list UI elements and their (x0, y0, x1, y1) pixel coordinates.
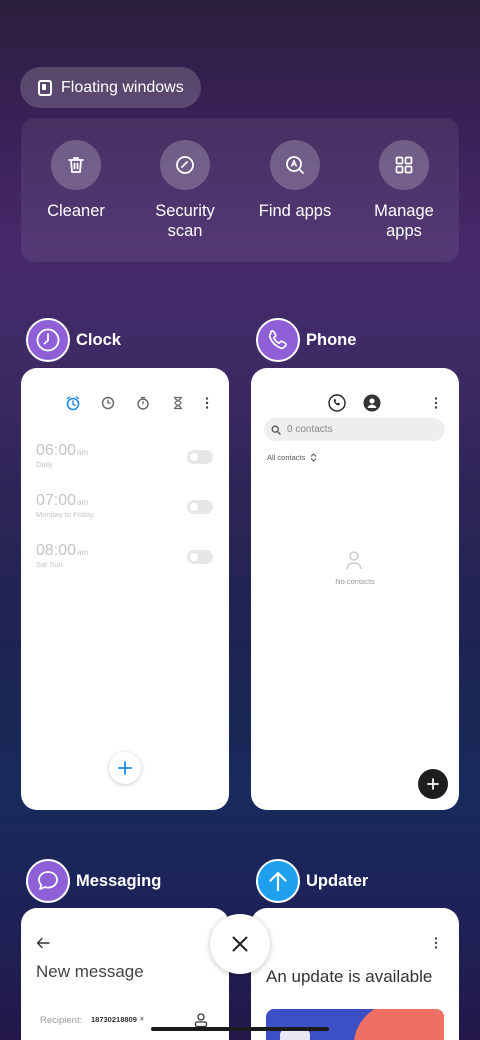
arrow-up-icon (269, 871, 287, 892)
alarm-ampm: am (77, 498, 89, 507)
phone-more-icon[interactable] (428, 395, 444, 411)
messaging-app-header[interactable]: Messaging (26, 859, 161, 903)
find-apps-icon (286, 156, 304, 174)
back-arrow-icon[interactable] (36, 937, 50, 949)
clock-icon (36, 328, 60, 352)
contacts-filter-label: All contacts (267, 453, 306, 462)
stopwatch-icon[interactable] (135, 395, 151, 411)
cleaner-button[interactable]: Cleaner (21, 140, 131, 221)
find-apps-label: Find apps (258, 202, 332, 220)
remove-recipient-icon[interactable]: × (140, 1016, 144, 1023)
close-all-button[interactable] (210, 914, 270, 974)
alarm-repeat: Daily (36, 460, 53, 469)
plus-icon (118, 761, 132, 775)
phone-app-icon (256, 318, 300, 362)
world-clock-icon[interactable] (100, 395, 116, 411)
floating-windows-button[interactable]: Floating windows (20, 67, 201, 108)
grid-icon (395, 156, 413, 174)
empty-contacts-text: No contacts (335, 577, 375, 586)
update-banner-image (266, 1009, 444, 1040)
updater-app-name: Updater (306, 871, 369, 890)
clock-app-name: Clock (76, 330, 121, 349)
add-contact-button[interactable] (418, 769, 448, 799)
alarm-toggle[interactable] (187, 500, 213, 514)
updater-app-icon (256, 859, 300, 903)
security-scan-icon (176, 156, 194, 174)
updater-app-header[interactable]: Updater (256, 859, 368, 903)
messaging-app-name: Messaging (76, 871, 162, 890)
timer-icon[interactable] (170, 395, 186, 411)
alarm-repeat: Sat Sun (36, 560, 63, 569)
recipient-label: Recipient: (40, 1015, 83, 1026)
manage-apps-label: Manage apps (374, 202, 434, 240)
recipient-chip[interactable]: 18730218809 × (87, 1012, 148, 1027)
alarm-time: 08:00 (36, 542, 77, 559)
search-placeholder: 0 contacts (287, 424, 333, 435)
alarm-toggle[interactable] (187, 550, 213, 564)
quick-actions-panel: Cleaner Security scan Find apps Manage a… (21, 118, 459, 262)
manage-apps-button[interactable]: Manage apps (349, 140, 459, 241)
plus-icon (427, 778, 439, 790)
banner-accent-shape (354, 1009, 444, 1040)
update-available-title: An update is available (266, 967, 433, 986)
contact-picker-icon[interactable] (194, 1012, 208, 1028)
empty-contact-icon (346, 551, 362, 570)
search-icon (271, 425, 281, 435)
security-scan-button[interactable]: Security scan (130, 140, 240, 241)
contacts-tab-icon[interactable] (363, 394, 381, 412)
alarm-time: 06:00 (36, 442, 77, 459)
phone-app-name: Phone (306, 330, 357, 349)
chat-bubble-icon (38, 871, 58, 890)
alarm-icon[interactable] (65, 395, 81, 411)
clock-app-icon (26, 318, 70, 362)
gesture-navigation-bar[interactable] (151, 1027, 329, 1031)
cleaner-label: Cleaner (47, 202, 105, 220)
clock-app-card[interactable] (21, 368, 229, 810)
new-message-title: New message (36, 962, 144, 981)
security-scan-label: Security scan (155, 202, 215, 240)
alarm-repeat: Monday to Friday (36, 510, 94, 519)
find-apps-button[interactable]: Find apps (240, 140, 350, 221)
alarm-ampm: am (77, 448, 89, 457)
clock-more-icon[interactable] (199, 395, 215, 411)
contacts-search-input[interactable]: 0 contacts (264, 418, 445, 441)
alarm-toggle[interactable] (187, 450, 213, 464)
trash-icon (68, 157, 84, 173)
floating-windows-label: Floating windows (61, 78, 184, 96)
close-icon (232, 936, 248, 952)
call-tab-icon[interactable] (328, 394, 346, 412)
clock-app-header[interactable]: Clock (26, 318, 121, 362)
alarm-time: 07:00 (36, 492, 77, 509)
recipient-chip-number: 18730218809 (91, 1015, 137, 1024)
add-alarm-button[interactable] (109, 752, 141, 784)
contacts-filter-dropdown[interactable]: All contacts (267, 453, 317, 462)
alarm-ampm: am (77, 548, 89, 557)
phone-app-header[interactable]: Phone (256, 318, 356, 362)
messaging-app-icon (26, 859, 70, 903)
sort-arrows-icon (311, 453, 317, 462)
phone-icon (268, 330, 287, 350)
updater-more-icon[interactable] (428, 935, 444, 951)
floating-window-icon (38, 79, 52, 96)
